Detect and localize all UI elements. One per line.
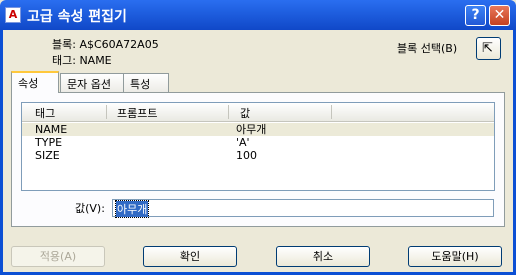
value-input[interactable]: 아무개 (112, 199, 494, 218)
close-button[interactable]: ✕ (489, 5, 510, 26)
row-value: 아무개 (236, 123, 267, 136)
window-title: 고급 속성 편집기 (27, 9, 127, 25)
row-tag: SIZE (35, 149, 60, 162)
column-divider (228, 105, 229, 119)
list-row[interactable]: SIZE 100 (22, 149, 494, 162)
row-value: 'A' (236, 136, 250, 149)
tab-properties[interactable]: 특성 (123, 73, 169, 92)
value-text: 아무개 (114, 200, 150, 218)
column-header-tag[interactable]: 태그 (35, 105, 55, 121)
apply-button[interactable]: 적용(A) (11, 246, 105, 267)
row-tag: NAME (35, 123, 68, 136)
window-frame-left (0, 30, 3, 275)
list-row[interactable]: TYPE 'A' (22, 136, 494, 149)
block-name-label: 블록: A$C60A72A05 (52, 38, 159, 51)
list-header: 태그 프롬프트 값 (22, 103, 494, 122)
list-row[interactable]: NAME 아무개 (22, 123, 494, 136)
attribute-list[interactable]: 태그 프롬프트 값 NAME 아무개 TYPE 'A' SIZE 100 (21, 102, 495, 191)
row-tag: TYPE (35, 136, 63, 149)
help-button[interactable]: 도움말(H) (408, 246, 502, 267)
select-block-button[interactable]: ⇱ (476, 37, 501, 60)
help-title-button[interactable]: ? (465, 5, 486, 26)
row-value: 100 (236, 149, 257, 162)
column-header-prompt[interactable]: 프롬프트 (117, 105, 157, 121)
ok-button[interactable]: 확인 (143, 246, 237, 267)
column-divider (106, 105, 107, 119)
cursor-select-icon: ⇱ (482, 41, 493, 56)
title-bar: A 고급 속성 편집기 ? ✕ (0, 0, 516, 30)
tag-name-label: 태그: NAME (52, 54, 112, 67)
tab-text-options[interactable]: 문자 옵션 (60, 73, 124, 92)
select-block-label: 블록 선택(B) (397, 42, 458, 55)
app-icon: A (5, 7, 21, 23)
tab-attributes[interactable]: 속성 (11, 71, 59, 93)
column-header-value[interactable]: 값 (240, 105, 250, 121)
value-label: 값(V): (75, 202, 105, 215)
column-divider (331, 105, 332, 119)
cancel-button[interactable]: 취소 (276, 246, 370, 267)
